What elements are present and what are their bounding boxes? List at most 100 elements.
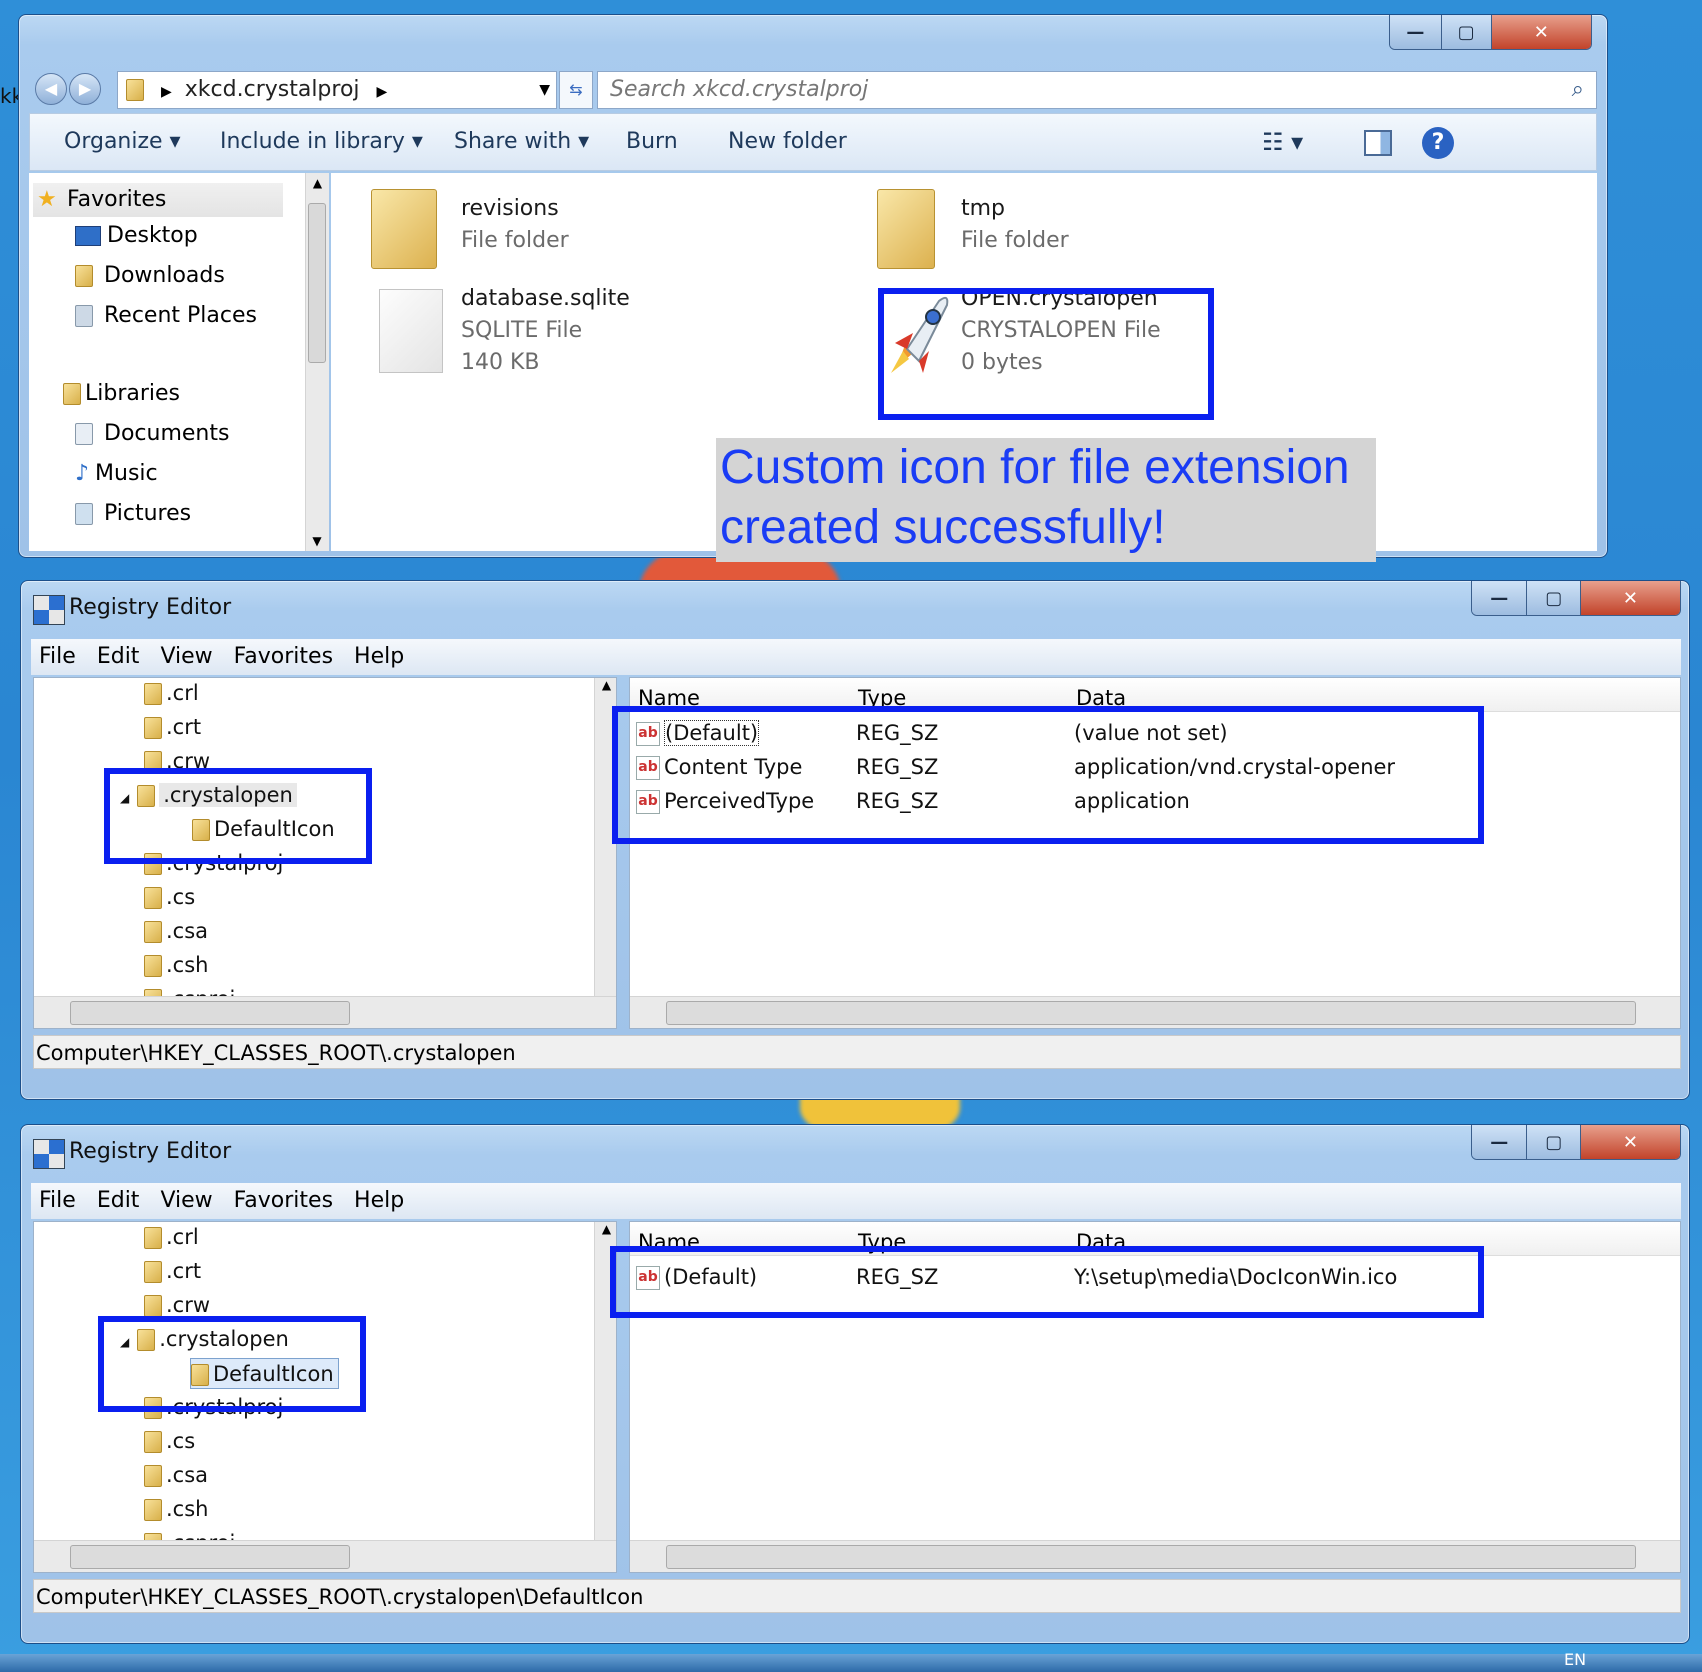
menu-file[interactable]: File	[39, 644, 76, 669]
tree-item[interactable]: .csa	[144, 916, 208, 947]
nav-downloads[interactable]: Downloads	[75, 263, 225, 288]
nav-libraries[interactable]: Libraries	[63, 381, 180, 406]
maximize-button[interactable]: ▢	[1527, 1125, 1581, 1159]
nav-pictures[interactable]: Pictures	[75, 501, 191, 526]
values-hscrollbar[interactable]	[630, 1540, 1680, 1572]
menu-favorites[interactable]: Favorites	[234, 644, 333, 669]
nav-music[interactable]: ♪ Music	[75, 461, 158, 486]
maximize-button[interactable]: ▢	[1527, 581, 1581, 615]
tree-item[interactable]: .csh	[144, 1494, 208, 1525]
menu-bar: File Edit View Favorites Help	[31, 1183, 1681, 1219]
tree-item[interactable]: .cs	[144, 1426, 195, 1457]
document-icon	[379, 289, 443, 373]
tree-hscrollbar[interactable]	[34, 1540, 616, 1572]
menu-view[interactable]: View	[160, 644, 212, 669]
highlight-box	[610, 1246, 1484, 1318]
tree-item[interactable]: .crl	[144, 1222, 199, 1253]
folder-icon	[144, 1431, 162, 1453]
search-icon: ⌕	[1571, 77, 1584, 102]
regedit-icon	[33, 595, 65, 625]
highlight-box	[878, 288, 1214, 420]
menu-edit[interactable]: Edit	[97, 1188, 140, 1213]
tree-item[interactable]: .crl	[144, 678, 199, 709]
breadcrumb[interactable]: xkcd.crystalproj	[185, 77, 360, 102]
menu-favorites[interactable]: Favorites	[234, 1188, 333, 1213]
folder-icon	[371, 189, 437, 269]
navigation-pane: ★ Favorites Desktop Downloads Recent Plac…	[29, 173, 329, 551]
close-button[interactable]: ✕	[1580, 581, 1680, 615]
pictures-icon	[75, 503, 93, 525]
file-type: File folder	[461, 228, 569, 253]
menu-bar: File Edit View Favorites Help	[31, 639, 1681, 675]
menu-help[interactable]: Help	[354, 644, 404, 669]
regedit-icon	[33, 1139, 65, 1169]
chevron-down-icon[interactable]: ▼	[539, 72, 550, 108]
folder-icon	[144, 887, 162, 909]
nav-recent-places[interactable]: Recent Places	[75, 303, 257, 328]
nav-documents[interactable]: Documents	[75, 421, 229, 446]
nav-desktop[interactable]: Desktop	[75, 223, 198, 248]
values-hscrollbar[interactable]	[630, 996, 1680, 1028]
new-folder-button[interactable]: New folder	[728, 114, 847, 170]
address-bar[interactable]: ▶ xkcd.crystalproj ▶ ▼	[117, 71, 557, 109]
window-title: Registry Editor	[69, 595, 232, 620]
search-input[interactable]: Search xkcd.crystalproj ⌕	[597, 71, 1597, 109]
file-item[interactable]: database.sqlite SQLITE File 140 KB	[371, 283, 791, 379]
refresh-button[interactable]: ⇆	[559, 71, 593, 109]
folder-icon	[144, 1261, 162, 1283]
file-item[interactable]: tmp File folder	[877, 185, 1297, 271]
tree-hscrollbar[interactable]	[34, 996, 616, 1028]
tree-item[interactable]: .cs	[144, 882, 195, 913]
scroll-up-icon[interactable]: ▲	[595, 678, 616, 692]
burn-button[interactable]: Burn	[626, 114, 678, 170]
help-icon[interactable]: ?	[1422, 127, 1454, 159]
scroll-thumb[interactable]	[70, 1001, 350, 1025]
menu-file[interactable]: File	[39, 1188, 76, 1213]
scroll-thumb[interactable]	[666, 1001, 1636, 1025]
scroll-thumb[interactable]	[666, 1545, 1636, 1569]
window-controls: — ▢ ✕	[1471, 1125, 1681, 1160]
breadcrumb-arrow-icon: ▶	[161, 84, 172, 100]
menu-view[interactable]: View	[160, 1188, 212, 1213]
minimize-button[interactable]: —	[1472, 1125, 1528, 1159]
back-button[interactable]: ◀	[35, 73, 67, 105]
file-item[interactable]: revisions File folder	[371, 185, 791, 271]
scroll-thumb[interactable]	[70, 1545, 350, 1569]
annotation-line: created successfully!	[720, 501, 1166, 554]
search-placeholder: Search xkcd.crystalproj	[610, 77, 869, 102]
minimize-button[interactable]: —	[1390, 15, 1442, 49]
tree-item[interactable]: .crt	[144, 712, 201, 743]
folder-icon	[144, 683, 162, 705]
include-in-library-button[interactable]: Include in library ▾	[220, 114, 423, 170]
tree-item[interactable]: .csh	[144, 950, 208, 981]
tree-item[interactable]: .csa	[144, 1460, 208, 1491]
menu-edit[interactable]: Edit	[97, 644, 140, 669]
close-button[interactable]: ✕	[1580, 1125, 1680, 1159]
nav-favorites[interactable]: ★ Favorites	[33, 183, 283, 217]
scroll-up-icon[interactable]: ▲	[595, 1222, 616, 1236]
language-indicator[interactable]: EN	[1564, 1650, 1586, 1669]
scroll-thumb[interactable]	[308, 203, 326, 363]
maximize-button[interactable]: ▢	[1441, 15, 1492, 49]
organize-button[interactable]: Organize ▾	[64, 114, 181, 170]
share-with-button[interactable]: Share with ▾	[454, 114, 589, 170]
folder-icon	[144, 1227, 162, 1249]
highlight-box	[612, 706, 1484, 844]
close-button[interactable]: ✕	[1491, 15, 1591, 49]
scroll-down-icon[interactable]: ▼	[306, 531, 328, 551]
folder-icon	[144, 921, 162, 943]
scroll-up-icon[interactable]: ▲	[306, 173, 329, 193]
downloads-icon	[75, 265, 93, 287]
file-name: revisions	[461, 196, 559, 221]
desktop-icon	[75, 226, 101, 246]
menu-help[interactable]: Help	[354, 1188, 404, 1213]
command-bar: Organize ▾ Include in library ▾ Share wi…	[29, 113, 1597, 171]
tree-item[interactable]: .crt	[144, 1256, 201, 1287]
libraries-icon	[63, 383, 81, 405]
preview-pane-icon[interactable]	[1364, 130, 1392, 156]
change-view-icon[interactable]: ☷ ▾	[1262, 114, 1303, 170]
folder-icon	[144, 717, 162, 739]
forward-button[interactable]: ▶	[69, 73, 101, 105]
nav-scrollbar[interactable]: ▲ ▼	[305, 173, 329, 551]
minimize-button[interactable]: —	[1472, 581, 1528, 615]
